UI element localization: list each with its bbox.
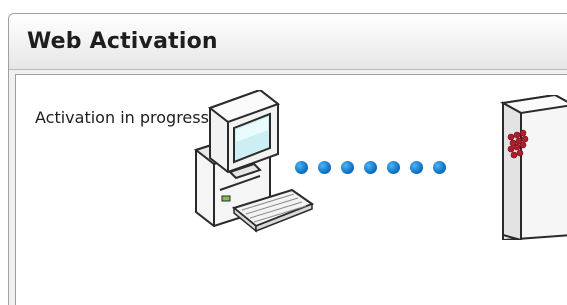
progress-dot [341, 161, 354, 174]
progress-dot [410, 161, 423, 174]
progress-dot [433, 161, 446, 174]
connection-progress-dots [295, 161, 446, 175]
progress-dot [318, 161, 331, 174]
progress-dot [364, 161, 377, 174]
title-bar: Web Activation [9, 14, 567, 70]
server-icon [499, 95, 567, 240]
screen: Web Activation Activation in progress... [0, 0, 567, 305]
progress-dot [295, 161, 308, 174]
progress-dot [387, 161, 400, 174]
window-title: Web Activation [27, 29, 218, 54]
computer-icon [193, 90, 314, 233]
